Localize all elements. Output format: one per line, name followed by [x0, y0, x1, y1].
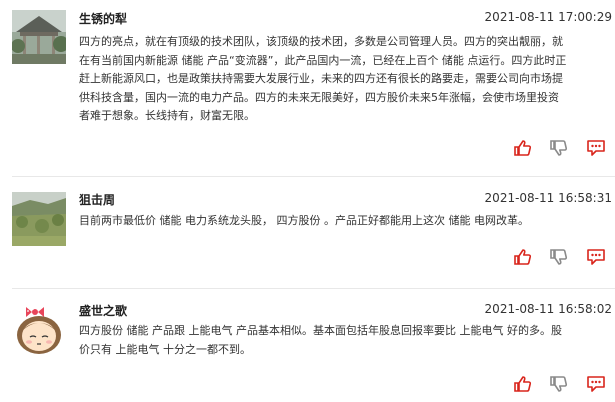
post-item: 狙击周 2021-08-11 16:58:31 目前两市最低价 储能 电力系统龙… [0, 177, 615, 288]
avatar[interactable] [12, 301, 66, 355]
post-content: 四方的亮点，就在有顶级的技术团队，该顶级的技术团，多数是公司管理人员。四方的突出… [79, 33, 609, 126]
comment-icon [587, 249, 605, 265]
post-content-line: 供科技含量，国内一流的电力产品。四方的未来无限美好，四方股价未来5年涨幅，会使市… [79, 90, 559, 104]
thumbs-up-icon [514, 140, 532, 156]
post-actions [513, 375, 609, 393]
post-actions [513, 139, 609, 157]
dislike-button[interactable] [549, 375, 569, 393]
post-content-line: 价只有 上能电气 十分之一都不到。 [79, 342, 251, 356]
like-button[interactable] [513, 375, 533, 393]
hillside-landscape-photo [12, 192, 66, 246]
avatar[interactable] [12, 10, 66, 64]
post-content: 目前两市最低价 储能 电力系统龙头股， 四方股份 。产品正好都能用上这次 储能 … [79, 212, 609, 231]
post-content-line: 四方股份 储能 产品跟 上能电气 产品基本相似。基本面包括年股息回报率要比 上能… [79, 324, 562, 337]
comment-button[interactable] [586, 248, 606, 266]
dislike-button[interactable] [549, 139, 569, 157]
timestamp: 2021-08-11 16:58:31 [484, 191, 612, 205]
post-content-line: 四方的亮点，就在有顶级的技术团队，该顶级的技术团，多数是公司管理人员。四方的突出… [79, 35, 563, 48]
cartoon-girl-avatar [12, 301, 66, 355]
thumbs-up-icon [514, 249, 532, 265]
thumbs-up-icon [514, 376, 532, 392]
dislike-button[interactable] [549, 248, 569, 266]
avatar[interactable] [12, 192, 66, 246]
post-content-line: 赶上新能源风口，也是政策扶持需要大发展行业，未来的四方还有很长的路要走，需要公司… [79, 72, 563, 85]
post-content: 四方股份 储能 产品跟 上能电气 产品基本相似。基本面包括年股息回报率要比 上能… [79, 322, 609, 359]
post-item: 生锈的犁 2021-08-11 17:00:29 四方的亮点，就在有顶级的技术团… [0, 0, 615, 176]
thumbs-down-icon [550, 376, 568, 392]
garden-pavilion-photo [12, 10, 66, 64]
thumbs-down-icon [550, 249, 568, 265]
timestamp: 2021-08-11 17:00:29 [484, 10, 612, 24]
post-item: 盛世之歌 2021-08-11 16:58:02 四方股份 储能 产品跟 上能电… [0, 289, 615, 402]
post-content-line: 目前两市最低价 储能 电力系统龙头股， 四方股份 。产品正好都能用上这次 储能 … [79, 214, 529, 227]
timestamp: 2021-08-11 16:58:02 [484, 302, 612, 316]
like-button[interactable] [513, 139, 533, 157]
post-content-line: 者难于想象。长线持有，财富无限。 [79, 109, 255, 122]
username[interactable]: 盛世之歌 [79, 302, 127, 319]
thumbs-down-icon [550, 140, 568, 156]
username[interactable]: 生锈的犁 [79, 10, 127, 27]
post-content-line: 在有当前国内新能源 储能 产品“变流器”，此产品国内一流，已经在上百个 储能 点… [79, 53, 567, 67]
like-button[interactable] [513, 248, 533, 266]
post-actions [513, 248, 609, 266]
comment-icon [587, 140, 605, 156]
username[interactable]: 狙击周 [79, 191, 115, 208]
comment-button[interactable] [586, 375, 606, 393]
comment-icon [587, 376, 605, 392]
comment-button[interactable] [586, 139, 606, 157]
